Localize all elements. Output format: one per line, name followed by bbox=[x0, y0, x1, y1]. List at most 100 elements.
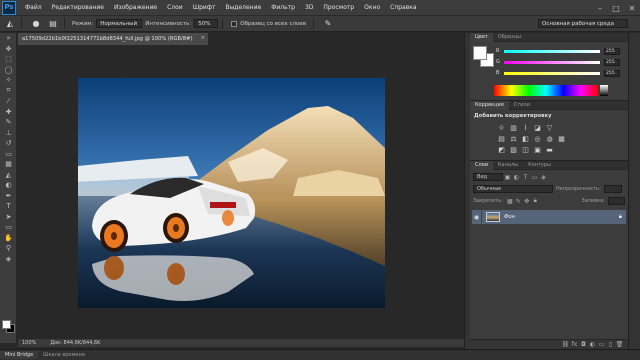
sample-all-checkbox[interactable] bbox=[231, 20, 238, 27]
intensity-field[interactable]: 50% bbox=[194, 19, 219, 28]
tab-color[interactable]: Цвет bbox=[470, 32, 493, 42]
3d-tool-icon[interactable]: ◈ bbox=[0, 254, 17, 265]
pen-tool-icon[interactable]: ✒ bbox=[0, 191, 17, 202]
filter-shape-icon[interactable]: ▭ bbox=[530, 173, 539, 181]
tab-adjustments[interactable]: Коррекция bbox=[470, 100, 509, 110]
shape-tool-icon[interactable]: ▭ bbox=[0, 222, 17, 233]
canvas-area[interactable] bbox=[18, 45, 464, 339]
tab-layers[interactable]: Слои bbox=[470, 160, 493, 170]
path-select-tool-icon[interactable]: ➤ bbox=[0, 212, 17, 223]
foreground-color-swatch[interactable] bbox=[2, 320, 11, 329]
levels-icon[interactable]: ▥ bbox=[508, 123, 519, 132]
layer-style-icon[interactable]: fx bbox=[570, 341, 579, 349]
menu-layers[interactable]: Слои bbox=[162, 4, 188, 11]
menu-type[interactable]: Шрифт bbox=[188, 4, 221, 11]
black-white-icon[interactable]: ◧ bbox=[520, 134, 531, 143]
gradient-map-icon[interactable]: ▬ bbox=[544, 145, 555, 154]
healing-tool-icon[interactable]: ✚ bbox=[0, 107, 17, 118]
blend-mode-select[interactable]: Обычные bbox=[473, 185, 553, 193]
color-balance-icon[interactable]: ⚖ bbox=[508, 134, 519, 143]
crop-tool-icon[interactable]: ⌗ bbox=[0, 86, 17, 97]
menu-image[interactable]: Изображение bbox=[109, 4, 162, 11]
tab-styles[interactable]: Стили bbox=[509, 101, 535, 110]
zoom-tool-icon[interactable]: ⚲ bbox=[0, 243, 17, 254]
delete-layer-icon[interactable]: 🗑︎ bbox=[615, 341, 624, 349]
color-spectrum-bw[interactable] bbox=[600, 85, 608, 96]
collapse-icon[interactable]: » bbox=[0, 33, 17, 44]
menu-select[interactable]: Выделение bbox=[220, 4, 266, 11]
document-tab[interactable]: a17509d22b1b0f2251314771b8d8344_full.jpg… bbox=[18, 33, 208, 45]
filter-pixel-icon[interactable]: ▣ bbox=[503, 173, 512, 181]
tab-channels[interactable]: Каналы bbox=[493, 161, 523, 170]
menu-help[interactable]: Справка bbox=[385, 4, 421, 11]
blue-bar[interactable] bbox=[504, 71, 600, 75]
tab-timeline[interactable]: Шкала времени bbox=[38, 351, 90, 359]
type-tool-icon[interactable]: T bbox=[0, 201, 17, 212]
minimize-button[interactable]: – bbox=[592, 0, 608, 16]
brush-tool-icon[interactable]: ✎ bbox=[0, 117, 17, 128]
menu-3d[interactable]: 3D bbox=[300, 4, 318, 11]
invert-icon[interactable]: ◩ bbox=[496, 145, 507, 154]
new-group-icon[interactable]: ▭ bbox=[597, 341, 606, 349]
new-adjustment-icon[interactable]: ◐ bbox=[588, 341, 597, 349]
mode-select[interactable]: Нормальный bbox=[96, 19, 143, 28]
color-lookup-icon[interactable]: ▦ bbox=[556, 134, 567, 143]
opacity-field[interactable] bbox=[603, 185, 622, 193]
maximize-button[interactable]: □ bbox=[608, 0, 624, 16]
history-brush-icon[interactable]: ↺ bbox=[0, 138, 17, 149]
hand-tool-icon[interactable]: ✋ bbox=[0, 233, 17, 244]
red-bar[interactable] bbox=[504, 49, 600, 53]
stamp-tool-icon[interactable]: ⊥ bbox=[0, 128, 17, 139]
move-tool-icon[interactable]: ✥ bbox=[0, 44, 17, 55]
layer-kind-select[interactable]: Вид bbox=[473, 173, 503, 181]
tab-paths[interactable]: Контуры bbox=[523, 161, 556, 170]
threshold-icon[interactable]: ◫ bbox=[520, 145, 531, 154]
lock-paint-icon[interactable]: ✎ bbox=[514, 197, 522, 205]
lasso-tool-icon[interactable]: ◯ bbox=[0, 65, 17, 76]
layer-name[interactable]: Фон bbox=[504, 214, 515, 220]
dodge-tool-icon[interactable]: ◐ bbox=[0, 180, 17, 191]
color-fg-swatch[interactable] bbox=[473, 46, 487, 60]
brush-panel-icon[interactable]: ▤ bbox=[46, 18, 60, 30]
exposure-icon[interactable]: ◪ bbox=[532, 123, 543, 132]
layer-row[interactable]: ◉ Фон 🔒︎ bbox=[472, 210, 626, 224]
red-slider[interactable]: R 255 bbox=[496, 47, 626, 55]
filter-adjust-icon[interactable]: ◐ bbox=[512, 173, 521, 181]
fill-field[interactable] bbox=[607, 197, 625, 205]
selective-color-icon[interactable]: ▣ bbox=[532, 145, 543, 154]
tab-swatches[interactable]: Образцы bbox=[493, 33, 526, 42]
color-spectrum[interactable] bbox=[494, 85, 598, 96]
menu-view[interactable]: Просмотр bbox=[318, 4, 359, 11]
new-layer-icon[interactable]: ▯ bbox=[606, 341, 615, 349]
lock-position-icon[interactable]: ✥ bbox=[523, 197, 531, 205]
pressure-icon[interactable]: ✎ bbox=[321, 18, 335, 30]
curves-icon[interactable]: ⌇ bbox=[520, 123, 531, 132]
brush-preset-icon[interactable]: ● bbox=[29, 18, 43, 30]
filter-smart-icon[interactable]: ◈ bbox=[539, 173, 548, 181]
eraser-tool-icon[interactable]: ▭ bbox=[0, 149, 17, 160]
link-layers-icon[interactable]: ⛓ bbox=[561, 341, 570, 349]
close-tab-icon[interactable]: × bbox=[201, 35, 205, 41]
tab-mini-bridge[interactable]: Mini Bridge bbox=[0, 351, 39, 359]
quick-select-tool-icon[interactable]: ✧ bbox=[0, 75, 17, 86]
blue-slider[interactable]: B 255 bbox=[496, 69, 626, 77]
marquee-tool-icon[interactable]: ⬚ bbox=[0, 54, 17, 65]
blur-tool-icon[interactable]: ◭ bbox=[3, 18, 17, 30]
red-value[interactable]: 255 bbox=[604, 47, 620, 55]
menu-filter[interactable]: Фильтр bbox=[266, 4, 300, 11]
add-mask-icon[interactable]: ◘ bbox=[579, 341, 588, 349]
workspace-select[interactable]: Основная рабочая среда bbox=[538, 19, 628, 28]
close-button[interactable]: ✕ bbox=[624, 0, 640, 16]
channel-mixer-icon[interactable]: ◍ bbox=[544, 134, 555, 143]
zoom-level[interactable]: 100% bbox=[22, 340, 36, 346]
gradient-tool-icon[interactable]: ▦ bbox=[0, 159, 17, 170]
blur-tool-icon[interactable]: ◭ bbox=[0, 170, 17, 181]
eyedropper-tool-icon[interactable]: ⁄ bbox=[0, 96, 17, 107]
lock-all-icon[interactable]: 🔒︎ bbox=[531, 197, 539, 205]
hue-saturation-icon[interactable]: ▤ bbox=[496, 134, 507, 143]
document-image[interactable] bbox=[78, 78, 385, 308]
vibrance-icon[interactable]: ▽ bbox=[544, 123, 555, 132]
menu-window[interactable]: Окно bbox=[359, 4, 385, 11]
photo-filter-icon[interactable]: ◎ bbox=[532, 134, 543, 143]
posterize-icon[interactable]: ▨ bbox=[508, 145, 519, 154]
